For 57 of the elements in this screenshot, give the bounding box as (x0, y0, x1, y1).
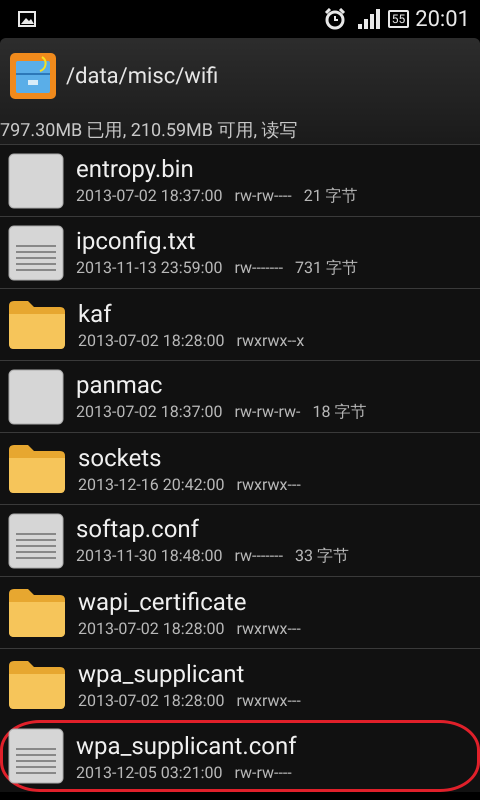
file-row[interactable]: sockets 2013-12-16 20:42:00 rwxrwx--- (0, 432, 480, 504)
file-permissions: rwxrwx--- (236, 691, 301, 710)
file-date: 2013-12-05 03:21:00 (76, 762, 222, 782)
file-permissions: rw------- (234, 258, 283, 279)
file-name: sockets (78, 443, 163, 473)
folder-icon (8, 444, 66, 494)
file-size: 33 字节 (294, 546, 349, 567)
file-row[interactable]: wpa_supplicant 2013-07-02 18:28:00 rwxrwx--- (0, 648, 480, 720)
highlighted-file-row[interactable]: wpa_supplicant.conf 2013-12-05 03:21:00 rw-rw---- (0, 720, 480, 792)
file-permissions: rwxrwx--- (236, 619, 301, 638)
file-permissions: rw-rw-rw- (234, 402, 300, 423)
file-date: 2013-11-13 23:59:00 (76, 258, 222, 279)
battery-level: 55 (388, 10, 410, 28)
picture-notification-icon (18, 11, 36, 27)
file-size: 21 字节 (304, 186, 358, 207)
text-file-icon (8, 512, 64, 568)
blank-file-icon (8, 152, 64, 208)
file-date: 2013-07-02 18:28:00 (78, 691, 224, 710)
file-date: 2013-07-02 18:37:00 (76, 186, 222, 207)
file-manager-app-icon (10, 53, 56, 99)
file-row[interactable]: softap.conf 2013-11-30 18:48:00 rw------- 33 字节 (0, 504, 480, 576)
file-row[interactable]: ipconfig.txt 2013-11-13 23:59:00 rw------- 731 字节 (0, 216, 480, 288)
file-permissions: rw------- (234, 546, 283, 567)
file-name: ipconfig.txt (76, 226, 197, 256)
file-name: wapi_certificate (78, 587, 248, 617)
blank-file-icon (8, 368, 64, 424)
file-name: wpa_supplicant (78, 659, 246, 689)
file-row[interactable]: entropy.bin 2013-07-02 18:37:00 rw-rw---- 21 字节 (0, 144, 480, 216)
folder-path: /data/misc/wifi (66, 64, 218, 88)
file-name: kaf (78, 299, 113, 329)
file-row[interactable]: panmac 2013-07-02 18:37:00 rw-rw-rw- 18 字节 (0, 360, 480, 432)
file-name: softap.conf (76, 514, 200, 544)
file-size: 18 字节 (312, 402, 366, 423)
file-permissions: rw-rw---- (234, 762, 292, 782)
file-name: wpa_supplicant.conf (76, 730, 297, 760)
file-date: 2013-07-02 18:28:00 (78, 331, 224, 350)
file-date: 2013-07-02 18:28:00 (78, 619, 224, 638)
file-name: entropy.bin (76, 154, 195, 184)
signal-icon (358, 9, 380, 29)
clock: 20:01 (415, 6, 470, 32)
storage-info: 797.30MB 已用, 210.59MB 可用, 读写 (0, 119, 298, 143)
file-permissions: rw-rw---- (234, 186, 292, 207)
folder-icon (8, 660, 66, 710)
file-date: 2013-07-02 18:37:00 (76, 402, 222, 423)
file-size: 731 字节 (294, 258, 358, 279)
file-permissions: rwxrwx--x (236, 331, 304, 350)
file-row[interactable]: kaf 2013-07-02 18:28:00 rwxrwx--x (0, 288, 480, 360)
alarm-icon (324, 8, 346, 30)
file-date: 2013-12-16 20:42:00 (78, 475, 224, 494)
file-permissions: rwxrwx--- (236, 475, 301, 494)
folder-icon (8, 300, 66, 350)
file-date: 2013-11-30 18:48:00 (76, 546, 222, 567)
folder-icon (8, 588, 66, 638)
text-file-icon (8, 224, 64, 280)
file-name: panmac (76, 370, 164, 400)
text-file-icon (8, 728, 64, 784)
file-row[interactable]: wapi_certificate 2013-07-02 18:28:00 rwxrwx--- (0, 576, 480, 648)
